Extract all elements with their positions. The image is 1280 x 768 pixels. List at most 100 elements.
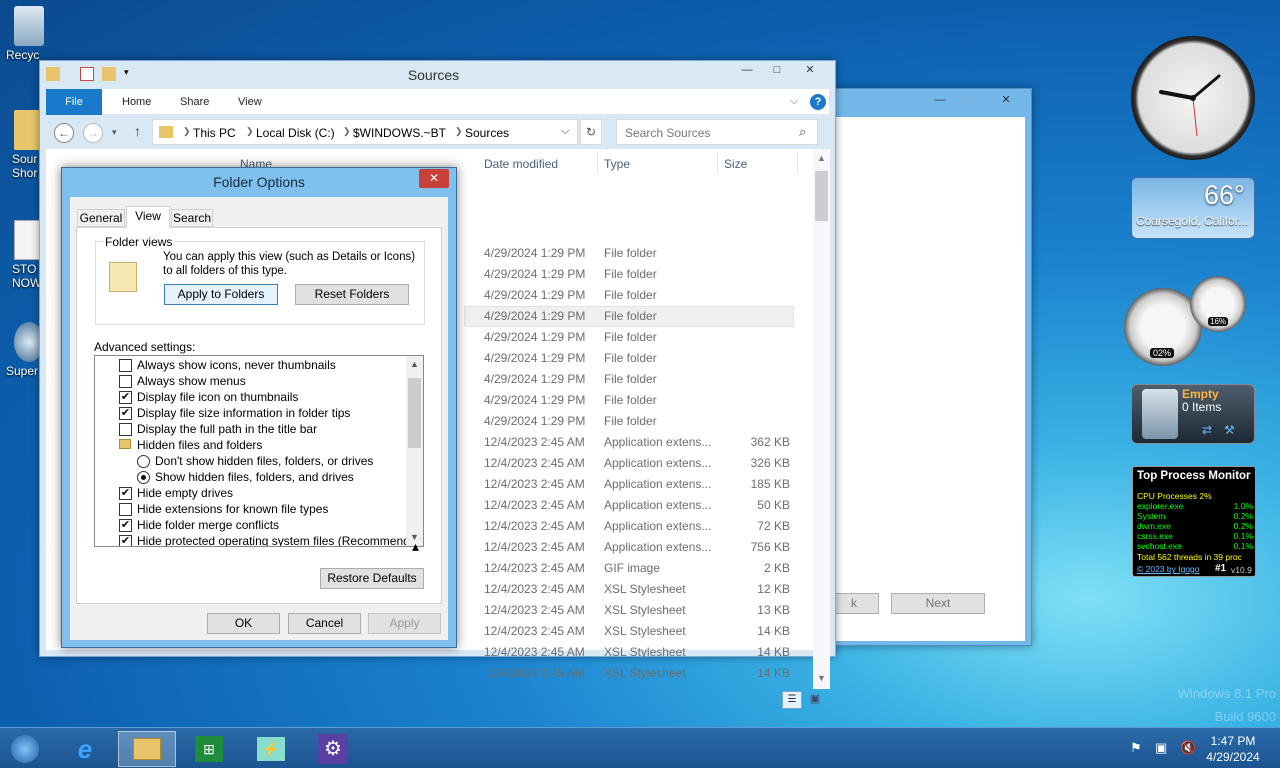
setting-radio[interactable]: [137, 455, 150, 468]
scroll-down-icon[interactable]: ▼: [817, 673, 826, 683]
setting-label[interactable]: Display file icon on thumbnails: [137, 390, 298, 404]
close-button[interactable]: ✕: [987, 92, 1025, 109]
tab-home[interactable]: Home: [108, 89, 165, 115]
taskbar-power-app[interactable]: ⚡: [242, 731, 300, 767]
minimize-button[interactable]: —: [925, 92, 955, 109]
setting-checkbox[interactable]: ✔: [119, 487, 132, 500]
tab-general[interactable]: General: [77, 209, 125, 227]
recycle-bin-gadget[interactable]: Empty 0 Items ⇄ ⚒: [1131, 384, 1255, 444]
taskbar-settings[interactable]: ⚙: [304, 731, 362, 767]
setting-checkbox[interactable]: [119, 359, 132, 372]
minimize-button[interactable]: —: [732, 62, 762, 79]
back-button[interactable]: k: [829, 593, 879, 614]
desktop-icon-recycle-bin[interactable]: Recyc: [0, 6, 44, 62]
ok-button[interactable]: OK: [207, 613, 280, 634]
start-button[interactable]: [0, 731, 50, 767]
scrollbar-thumb[interactable]: [408, 378, 421, 448]
next-button[interactable]: Next: [891, 593, 985, 614]
large-icons-view-icon[interactable]: ▣: [806, 691, 824, 709]
setting-label[interactable]: Show hidden files, folders, and drives: [155, 470, 354, 484]
reset-folders-button[interactable]: Reset Folders: [295, 284, 409, 305]
setting-label[interactable]: Don't show hidden files, folders, or dri…: [155, 454, 373, 468]
chevron-down-icon[interactable]: ⌵: [561, 125, 569, 138]
empty-bin-icon[interactable]: ⇄: [1202, 423, 1212, 437]
taskbar-file-explorer[interactable]: [118, 731, 176, 767]
setting-checkbox[interactable]: ✔: [119, 407, 132, 420]
tab-share[interactable]: Share: [166, 89, 223, 115]
action-center-flag-icon[interactable]: ⚑: [1130, 740, 1142, 756]
maximize-button[interactable]: □: [762, 62, 792, 79]
back-arrow-icon[interactable]: ←: [54, 123, 74, 143]
refresh-button[interactable]: ↻: [580, 119, 602, 145]
apply-to-folders-button[interactable]: Apply to Folders: [164, 284, 278, 305]
address-bar[interactable]: This PC Local Disk (C:) $WINDOWS.~BT Sou…: [152, 119, 578, 145]
column-header-size[interactable]: Size: [724, 157, 747, 171]
search-input[interactable]: Search Sources: [625, 126, 710, 140]
wizard-window[interactable]: — □ ✕ k Next: [820, 88, 1032, 646]
setting-checkbox[interactable]: [119, 503, 132, 516]
column-header-type[interactable]: Type: [604, 157, 630, 171]
breadcrumb-local-disk[interactable]: Local Disk (C:): [256, 120, 335, 146]
breadcrumb-this-pc[interactable]: This PC: [193, 120, 236, 146]
vertical-scrollbar[interactable]: ▲ ▼: [813, 149, 830, 689]
taskbar-store[interactable]: ⊞: [180, 731, 238, 767]
setting-label[interactable]: Display the full path in the title bar: [137, 422, 317, 436]
help-icon[interactable]: ?: [810, 94, 826, 110]
apply-button[interactable]: Apply: [368, 613, 441, 634]
scroll-up-icon[interactable]: ▲: [817, 153, 826, 163]
tab-view[interactable]: View: [126, 206, 170, 228]
maximize-button[interactable]: □: [955, 92, 985, 109]
desktop-icon-super[interactable]: Super: [0, 322, 44, 378]
details-view-icon[interactable]: ☰: [782, 691, 802, 709]
breadcrumb-windows-bt[interactable]: $WINDOWS.~BT: [353, 120, 446, 146]
desktop-icon-sources-shortcut[interactable]: Sour Shor: [0, 110, 44, 180]
recent-locations-icon[interactable]: ▾: [112, 127, 117, 138]
setting-label[interactable]: Always show icons, never thumbnails: [137, 358, 336, 372]
clock-date[interactable]: 4/29/2024: [1198, 750, 1268, 764]
tab-file[interactable]: File: [46, 89, 102, 115]
file-size: 2 KB: [763, 561, 790, 575]
close-button[interactable]: ✕: [419, 169, 449, 188]
setting-label[interactable]: Always show menus: [137, 374, 246, 388]
clock-gadget[interactable]: [1131, 36, 1255, 160]
close-button[interactable]: ✕: [792, 62, 828, 79]
advanced-settings-list[interactable]: Always show icons, never thumbnails Alway…: [94, 355, 424, 547]
tab-search[interactable]: Search: [171, 209, 213, 227]
setting-label[interactable]: Hide protected operating system files (R…: [137, 534, 423, 546]
restore-defaults-button[interactable]: Restore Defaults: [320, 568, 424, 589]
column-header-date[interactable]: Date modified: [484, 157, 558, 171]
folder-options-dialog[interactable]: Folder Options ✕ General View Search Fol…: [61, 167, 457, 648]
cancel-button[interactable]: Cancel: [288, 613, 361, 634]
setting-checkbox[interactable]: ✔: [119, 519, 132, 532]
taskbar-internet-explorer[interactable]: e: [56, 731, 114, 767]
vertical-scrollbar[interactable]: ▲ ▼: [406, 356, 423, 546]
setting-label[interactable]: Hide extensions for known file types: [137, 502, 328, 516]
up-arrow-icon[interactable]: ↑: [134, 123, 141, 139]
weather-gadget[interactable]: 66° Coarsegold, Califor...: [1131, 177, 1255, 239]
setting-checkbox[interactable]: [119, 375, 132, 388]
cpu-meter-gadget[interactable]: 02% 16%: [1124, 276, 1249, 368]
scrollbar-thumb[interactable]: [815, 171, 828, 221]
top-process-monitor-gadget[interactable]: Top Process Monitor CPU Processes 2% exp…: [1132, 466, 1256, 577]
file-row[interactable]: 12/4/2023 2:45 AM XSL Stylesheet 14 KB: [46, 663, 790, 684]
setting-label[interactable]: Display file size information in folder …: [137, 406, 350, 420]
network-icon[interactable]: ▣: [1155, 740, 1167, 756]
chevron-down-icon[interactable]: ⌵: [790, 95, 798, 108]
forward-arrow-icon[interactable]: →: [83, 123, 103, 143]
setting-label[interactable]: Hidden files and folders: [137, 438, 262, 452]
search-box[interactable]: Search Sources ⌕: [616, 119, 818, 145]
clock-time[interactable]: 1:47 PM: [1198, 734, 1268, 748]
settings-wrench-icon[interactable]: ⚒: [1224, 423, 1235, 437]
tpm-footer-link[interactable]: © 2023 by Igogo: [1137, 564, 1200, 574]
tab-view[interactable]: View: [224, 89, 276, 115]
breadcrumb-sources[interactable]: Sources: [465, 120, 509, 146]
scroll-up-icon[interactable]: ▲: [410, 359, 419, 369]
setting-radio[interactable]: [137, 471, 150, 484]
setting-checkbox[interactable]: ✔: [119, 535, 132, 546]
setting-checkbox[interactable]: [119, 423, 132, 436]
setting-checkbox[interactable]: ✔: [119, 391, 132, 404]
volume-muted-icon[interactable]: 🔇: [1180, 740, 1196, 756]
setting-label[interactable]: Hide folder merge conflicts: [137, 518, 279, 532]
desktop-icon-sto-now[interactable]: STO NOW: [0, 220, 44, 290]
setting-label[interactable]: Hide empty drives: [137, 486, 233, 500]
